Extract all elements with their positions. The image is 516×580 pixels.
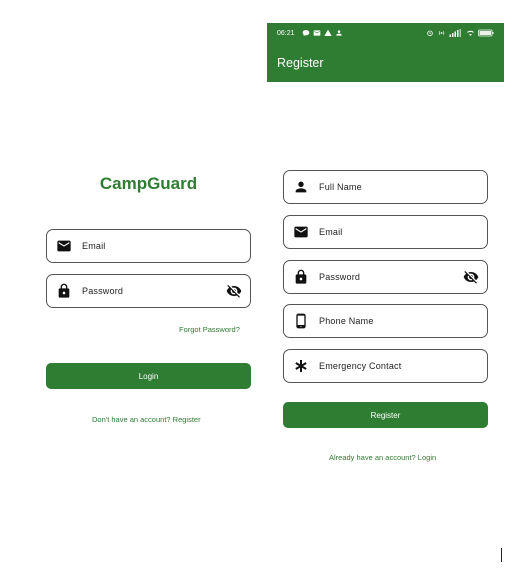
email-icon: [293, 224, 309, 240]
full-name-field[interactable]: Full Name: [283, 170, 488, 204]
visibility-off-icon[interactable]: [463, 269, 479, 285]
text-cursor: [501, 548, 502, 562]
email-field[interactable]: Email: [46, 229, 251, 263]
mail-icon: [313, 29, 321, 37]
phone-field[interactable]: Phone Name: [283, 304, 488, 338]
email-label: Email: [319, 227, 343, 237]
battery-icon: [478, 29, 494, 37]
lock-icon: [293, 269, 309, 285]
login-button[interactable]: Login: [46, 363, 251, 389]
person-icon: [293, 179, 309, 195]
email-icon: [56, 238, 72, 254]
alarm-icon: [426, 29, 434, 37]
forgot-password-link[interactable]: Forgot Password?: [179, 325, 240, 334]
asterisk-icon: [293, 358, 309, 374]
register-button[interactable]: Register: [283, 402, 488, 428]
password-field[interactable]: Password: [46, 274, 251, 308]
email-field[interactable]: Email: [283, 215, 488, 249]
lock-icon: [56, 283, 72, 299]
visibility-off-icon[interactable]: [226, 283, 242, 299]
signal-icon: [449, 29, 463, 37]
emergency-contact-label: Emergency Contact: [319, 361, 402, 371]
person-notify-icon: [335, 29, 343, 37]
login-link[interactable]: Already have an account? Login: [329, 453, 436, 462]
status-bar: 06:21: [267, 23, 504, 45]
emergency-contact-field[interactable]: Emergency Contact: [283, 349, 488, 383]
app-bar: Register: [267, 45, 504, 82]
password-label: Password: [82, 286, 124, 296]
warning-icon: [324, 29, 332, 37]
app-bar-title: Register: [277, 56, 324, 70]
password-label: Password: [319, 272, 361, 282]
full-name-label: Full Name: [319, 182, 362, 192]
password-field[interactable]: Password: [283, 260, 488, 294]
register-link[interactable]: Don't have an account? Register: [92, 415, 201, 424]
login-screen: CampGuard Email Password Forgot Password…: [0, 0, 290, 580]
status-time: 06:21: [277, 30, 295, 37]
phone-label: Phone Name: [319, 316, 374, 326]
hotspot-icon: [437, 29, 446, 37]
wifi-icon: [466, 29, 475, 37]
phone-icon: [293, 313, 309, 329]
chat-icon: [302, 29, 310, 37]
email-label: Email: [82, 241, 106, 251]
app-title: CampGuard: [99, 174, 198, 193]
